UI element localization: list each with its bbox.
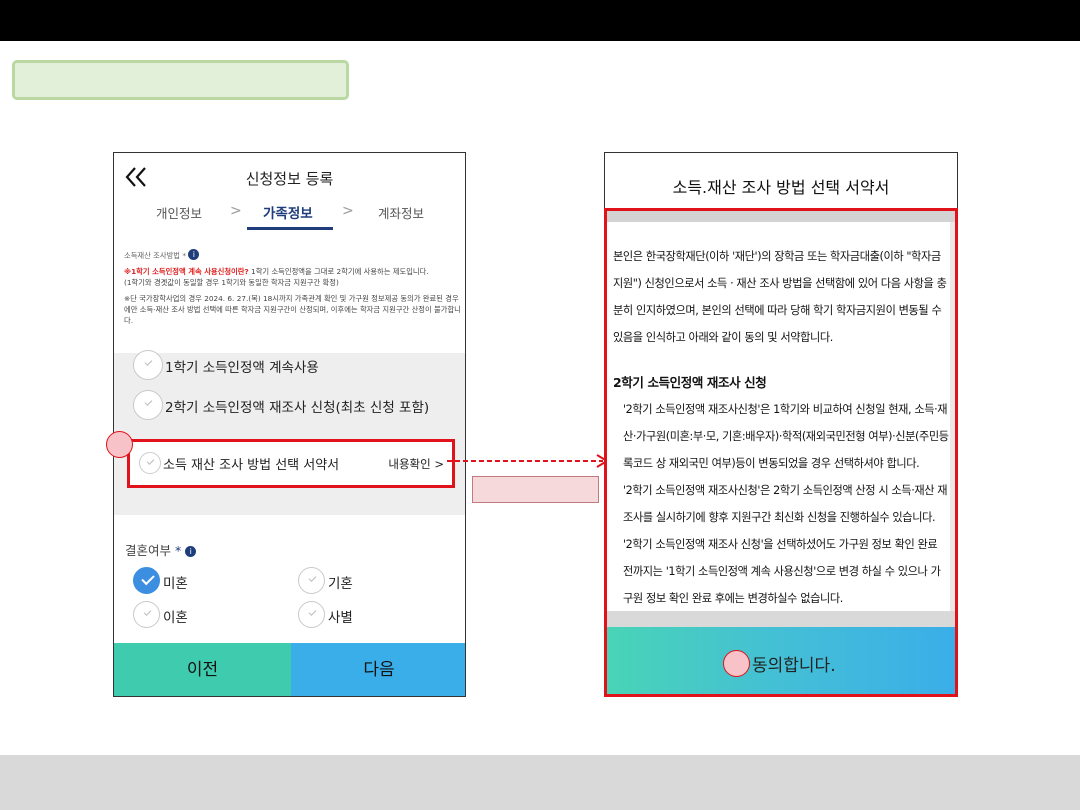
option-keep-first-semester[interactable]: 1학기 소득인정액 계속사용 [133, 350, 453, 382]
marriage-option-divorced[interactable]: 이혼 [133, 601, 273, 629]
tab-account-info[interactable]: 계좌정보 [378, 203, 424, 222]
registration-screen: 신청정보 등록 개인정보 > 가족정보 > 계좌정보 소득재산 조사방법 * i… [113, 152, 466, 697]
arrow-right-icon [447, 454, 609, 468]
active-tab-indicator [247, 227, 333, 230]
header: 신청정보 등록 [114, 153, 465, 203]
title-box [12, 60, 349, 100]
marriage-option-single[interactable]: 미혼 [133, 567, 273, 595]
top-banner [0, 0, 1080, 41]
prev-button[interactable]: 이전 [114, 643, 291, 696]
notice-line: ※단 국가장학사업의 경우 2024. 6. 27.(목) 18시까지 가족관계… [124, 294, 461, 325]
tab-personal-info[interactable]: 개인정보 [156, 203, 202, 222]
info-icon[interactable]: i [185, 546, 197, 557]
bottom-band [0, 755, 1080, 810]
option-resurvey[interactable]: 2학기 소득인정액 재조사 신청(최초 신청 포함) [133, 390, 453, 422]
option-label: 미혼 [163, 576, 188, 592]
consent-title: 소득.재산 조사 방법 선택 서약서 [672, 178, 890, 197]
option-label: 2학기 소득인정액 재조사 신청(최초 신청 포함) [165, 400, 430, 416]
consent-label: 소득 재산 조사 방법 선택 서약서 [163, 458, 340, 473]
option-label: 기혼 [328, 576, 353, 592]
option-label: 1학기 소득인정액 계속사용 [165, 360, 319, 376]
marriage-option-married[interactable]: 기혼 [298, 567, 438, 595]
info-icon[interactable]: i [188, 249, 200, 260]
tab-separator: > [342, 203, 354, 219]
marriage-status-label: 결혼여부 * i [125, 540, 197, 559]
notice-line: (1학기와 경곗값이 동일할 경우 1학기와 동일한 학자금 지원구간 확정) [124, 278, 339, 287]
section-label: 소득재산 조사방법 * i [124, 249, 464, 261]
notice-line: ※1학기 소득인정액 계속 사용신청이란? 1학기 소득인정액을 그대로 2학기… [124, 267, 429, 276]
check-circle-icon[interactable] [133, 350, 163, 380]
required-mark: * [175, 543, 182, 558]
option-label: 이혼 [163, 610, 188, 626]
check-circle-icon[interactable] [298, 601, 325, 628]
tab-bar: 개인정보 > 가족정보 > 계좌정보 [114, 199, 465, 233]
notice-text: 소득재산 조사방법 * i ※1학기 소득인정액 계속 사용신청이란? 1학기 … [124, 249, 464, 331]
check-circle-icon[interactable] [298, 567, 325, 594]
check-circle-icon[interactable] [139, 452, 161, 474]
step-marker [106, 431, 133, 458]
view-content-link[interactable]: 내용확인 > [388, 456, 444, 472]
consent-highlight-frame [604, 208, 958, 697]
caption-box [472, 476, 599, 503]
page-title: 신청정보 등록 [245, 170, 334, 188]
check-circle-icon[interactable] [133, 567, 160, 594]
consent-row[interactable]: 소득 재산 조사 방법 선택 서약서 내용확인 > [127, 439, 455, 488]
check-circle-icon[interactable] [133, 601, 160, 628]
tab-family-info[interactable]: 가족정보 [263, 202, 313, 222]
next-button[interactable]: 다음 [291, 643, 465, 696]
tab-separator: > [230, 203, 242, 219]
marriage-option-widowed[interactable]: 사별 [298, 601, 438, 629]
check-circle-icon[interactable] [133, 390, 163, 420]
option-label: 사별 [328, 610, 353, 626]
